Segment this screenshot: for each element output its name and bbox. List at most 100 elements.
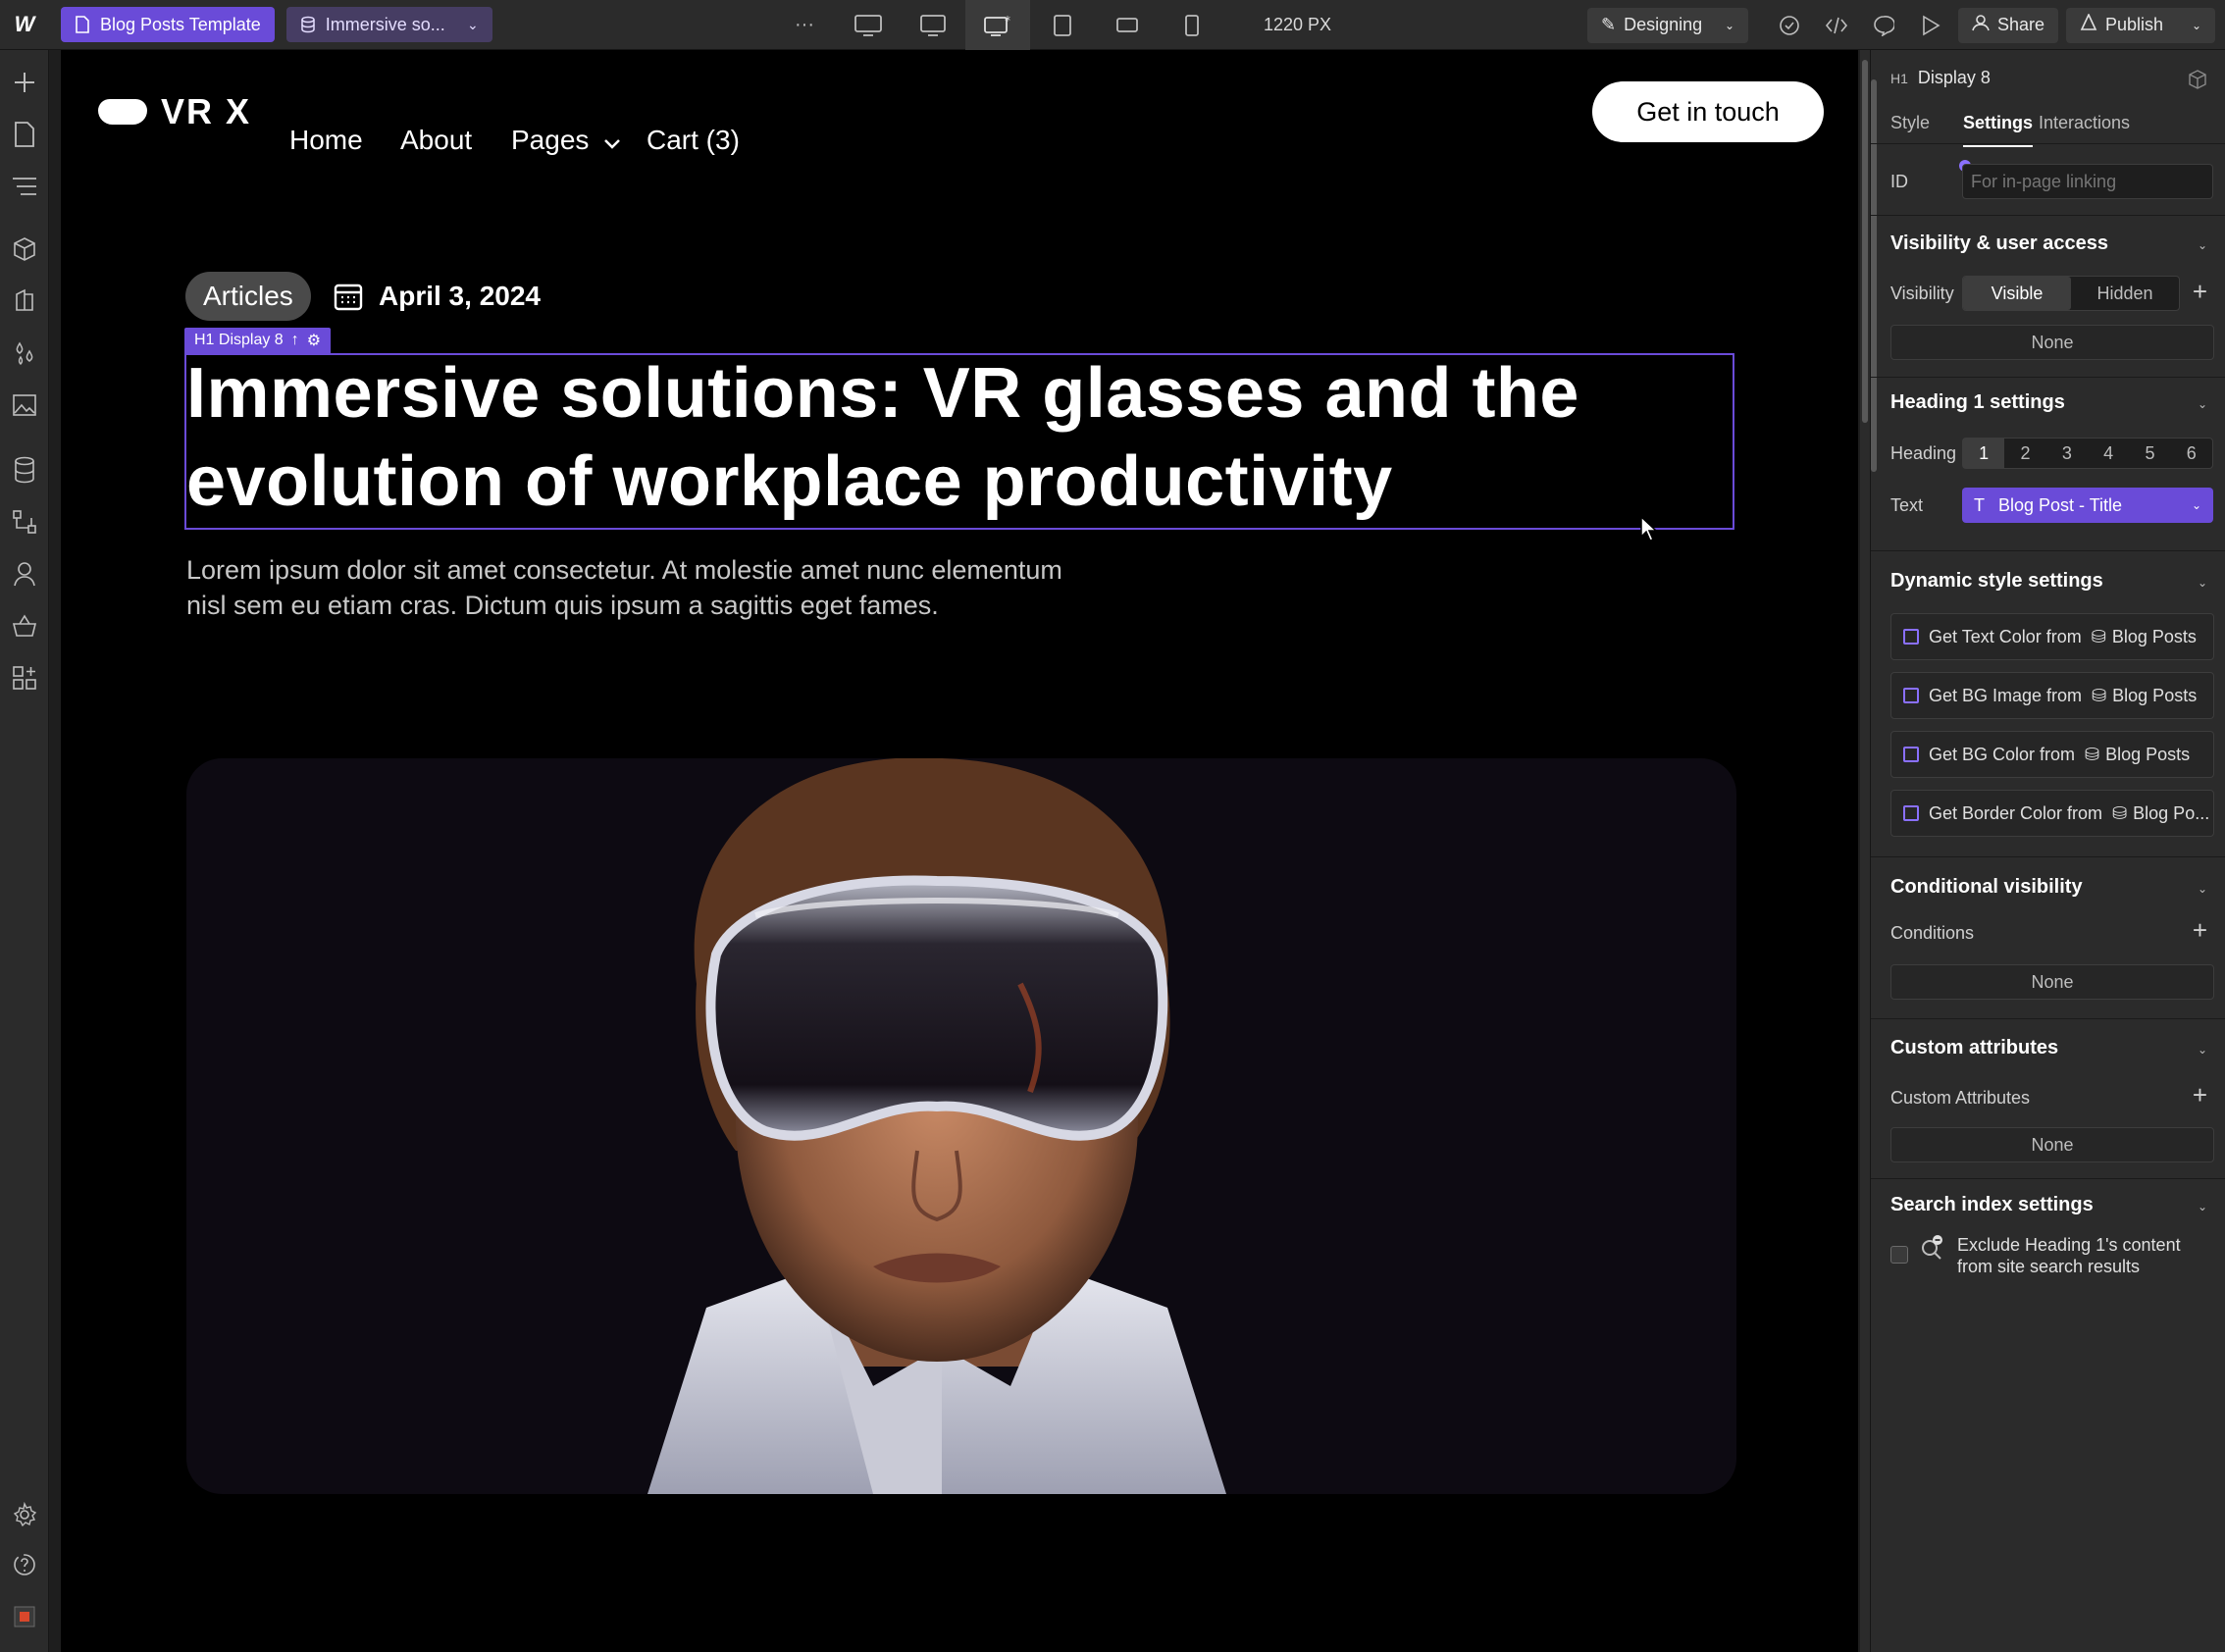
canvas-scrollbar-thumb[interactable] (1862, 60, 1868, 423)
chevron-down-icon[interactable]: ⌄ (2198, 238, 2207, 252)
status-square-icon[interactable] (10, 1602, 39, 1631)
chevron-down-icon[interactable]: ⌄ (2198, 1200, 2207, 1213)
navigator-icon[interactable] (10, 172, 39, 201)
variables-icon[interactable] (10, 338, 39, 368)
breakpoint-mobile-landscape-button[interactable] (1095, 0, 1160, 50)
element-settings-icon[interactable]: ⚙ (307, 331, 321, 350)
dynamic-row-border-color[interactable]: Get Border Color from ⛁ Blog Po... (1890, 790, 2214, 837)
tab-interactions[interactable]: Interactions (2039, 113, 2130, 133)
components-icon[interactable] (10, 234, 39, 264)
mode-switcher-button[interactable]: ✎ Designing ⌄ (1587, 7, 1748, 43)
selected-element-header: H1 Display 8 (1890, 68, 1991, 88)
chevron-down-icon[interactable]: ⌄ (2198, 882, 2207, 896)
breakpoint-desktop-button[interactable] (901, 0, 965, 50)
link-up-icon[interactable]: ↑ (291, 332, 299, 349)
panel-scrollbar[interactable] (1871, 50, 1877, 1652)
code-export-icon[interactable] (1817, 6, 1856, 45)
custom-attributes-section-title[interactable]: Custom attributes (1890, 1037, 2058, 1059)
hero-image[interactable] (186, 758, 1736, 1494)
preview-play-icon[interactable] (1911, 6, 1950, 45)
breakpoint-mobile-portrait-button[interactable] (1160, 0, 1224, 50)
nav-link-cart[interactable]: Cart (3) (647, 125, 740, 156)
heading-level-5[interactable]: 5 (2129, 439, 2170, 468)
visibility-visible-option[interactable]: Visible (1963, 277, 2071, 310)
nav-link-home[interactable]: Home (289, 125, 363, 156)
logic-icon[interactable] (10, 507, 39, 537)
dynamic-row-text-color[interactable]: Get Text Color from ⛁ Blog Posts (1890, 613, 2214, 660)
comments-icon[interactable] (1864, 6, 1903, 45)
heading-level-4[interactable]: 4 (2088, 439, 2129, 468)
dynamic-row-bg-image[interactable]: Get BG Image from ⛁ Blog Posts (1890, 672, 2214, 719)
custom-attributes-label: Custom Attributes (1890, 1088, 2031, 1108)
webflow-logo-icon[interactable]: W (0, 0, 49, 50)
search-exclude-row[interactable]: Exclude Heading 1's content from site se… (1890, 1234, 2214, 1277)
chevron-down-icon[interactable]: ⌄ (2198, 576, 2207, 590)
conditional-visibility-section-title[interactable]: Conditional visibility (1890, 876, 2083, 899)
add-visibility-icon[interactable]: + (2193, 279, 2207, 304)
design-canvas[interactable]: VR X Home About Pages Cart (3) Get in to… (61, 50, 1858, 1652)
conditions-none-box[interactable]: None (1890, 964, 2214, 1000)
heading-level-3[interactable]: 3 (2046, 439, 2088, 468)
collection-item-selector[interactable]: Immersive so... ⌄ (285, 7, 492, 42)
tab-style[interactable]: Style (1890, 113, 1930, 133)
search-index-section-title[interactable]: Search index settings (1890, 1194, 2094, 1216)
page-selector-button[interactable]: Blog Posts Template (61, 7, 275, 42)
component-cube-icon[interactable] (2188, 70, 2207, 94)
divider (1871, 377, 2225, 378)
settings-gear-icon[interactable] (10, 1500, 39, 1529)
checkbox[interactable] (1903, 688, 1919, 703)
custom-attributes-none-box[interactable]: None (1890, 1127, 2214, 1162)
checkbox[interactable] (1903, 805, 1919, 821)
ecommerce-basket-icon[interactable] (10, 611, 39, 641)
text-binding-field[interactable]: T Blog Post - Title ⌄ (1962, 488, 2213, 523)
heading-level-6[interactable]: 6 (2171, 439, 2212, 468)
style-selectors-icon[interactable] (10, 286, 39, 316)
share-button[interactable]: Share (1958, 7, 2058, 43)
chevron-down-icon[interactable]: ⌄ (2198, 1043, 2207, 1057)
dynamic-row-bg-color[interactable]: Get BG Color from ⛁ Blog Posts (1890, 731, 2214, 778)
more-options-button[interactable]: ··· (785, 6, 824, 45)
site-brand[interactable]: VR X (98, 91, 251, 132)
breakpoint-tablet-button[interactable] (1030, 0, 1095, 50)
post-title-heading[interactable]: Immersive solutions: VR glasses and the … (186, 349, 1717, 526)
pages-icon[interactable] (10, 120, 39, 149)
panel-tabs: Style Settings Interactions (1871, 105, 2225, 147)
canvas-width-readout[interactable]: 1220 PX (1264, 15, 1331, 35)
category-tag[interactable]: Articles (185, 272, 311, 321)
heading-level-1[interactable]: 1 (1963, 439, 2005, 468)
canvas-scrollbar[interactable] (1860, 50, 1870, 1652)
heading-section-title[interactable]: Heading 1 settings (1890, 391, 2065, 414)
visibility-none-box[interactable]: None (1890, 325, 2214, 360)
breakpoint-desktop-large-button[interactable] (836, 0, 901, 50)
chevron-down-icon[interactable]: ⌄ (2198, 397, 2207, 411)
add-elements-icon[interactable] (10, 68, 39, 97)
visibility-hidden-option[interactable]: Hidden (2071, 277, 2179, 310)
heading-level-2[interactable]: 2 (2004, 439, 2045, 468)
publish-button[interactable]: Publish ⌄ (2066, 7, 2215, 43)
nav-link-about[interactable]: About (400, 125, 472, 156)
cms-icon[interactable] (10, 455, 39, 485)
assets-icon[interactable] (10, 390, 39, 420)
audit-check-icon[interactable] (1770, 6, 1809, 45)
apps-icon[interactable] (10, 663, 39, 693)
dynamic-style-section-title[interactable]: Dynamic style settings (1890, 570, 2103, 593)
help-icon[interactable] (10, 1550, 39, 1579)
add-attribute-icon[interactable]: + (2193, 1082, 2207, 1108)
left-toolbar (0, 50, 49, 1652)
nav-link-pages[interactable]: Pages (511, 125, 589, 156)
visibility-section-title[interactable]: Visibility & user access (1890, 232, 2108, 255)
get-in-touch-button[interactable]: Get in touch (1592, 81, 1824, 142)
calendar-icon (334, 284, 363, 311)
collection-ref: ⛁ Blog Posts (2092, 686, 2197, 706)
search-exclude-checkbox[interactable] (1890, 1246, 1908, 1264)
users-icon[interactable] (10, 559, 39, 589)
checkbox[interactable] (1903, 747, 1919, 762)
id-input[interactable] (1962, 164, 2213, 199)
share-label: Share (1997, 15, 2045, 34)
tab-settings[interactable]: Settings (1963, 113, 2034, 147)
add-condition-icon[interactable]: + (2193, 917, 2207, 943)
collection-ref: ⛁ Blog Posts (2092, 627, 2197, 647)
checkbox[interactable] (1903, 629, 1919, 645)
post-summary[interactable]: Lorem ipsum dolor sit amet consectetur. … (186, 552, 1187, 623)
breakpoint-base-button[interactable]: * (965, 0, 1030, 50)
